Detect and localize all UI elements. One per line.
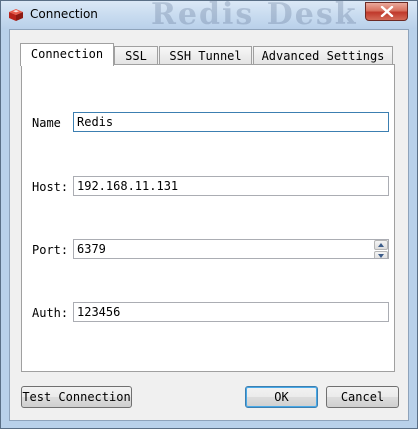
tab-ssh-tunnel[interactable]: SSH Tunnel xyxy=(159,46,252,65)
close-button[interactable] xyxy=(365,2,408,21)
host-label: Host: xyxy=(32,180,69,194)
redis-logo-icon xyxy=(8,7,24,23)
name-label: Name xyxy=(32,116,61,130)
host-input[interactable]: 192.168.11.131 xyxy=(73,176,389,196)
spin-up-button[interactable] xyxy=(374,240,388,250)
arrow-up-icon xyxy=(378,243,384,247)
tab-advanced-settings[interactable]: Advanced Settings xyxy=(253,46,393,65)
spin-down-button[interactable] xyxy=(374,251,388,258)
auth-label: Auth: xyxy=(32,306,69,320)
name-input[interactable]: Redis xyxy=(73,112,389,132)
tab-connection[interactable]: Connection xyxy=(20,43,114,66)
connection-dialog: Redis Desk Connection Connection SSL SSH… xyxy=(0,0,418,429)
ok-button[interactable]: OK xyxy=(245,386,318,408)
port-value: 6379 xyxy=(77,242,106,256)
cancel-button[interactable]: Cancel xyxy=(326,386,399,408)
dialog-body: Connection SSL SSH Tunnel Advanced Setti… xyxy=(9,29,409,421)
tab-ssl[interactable]: SSL xyxy=(114,46,158,65)
close-icon xyxy=(380,6,394,17)
port-label: Port: xyxy=(32,243,69,257)
arrow-down-icon xyxy=(378,254,384,258)
connection-panel: Name Redis Host: 192.168.11.131 Port: 63… xyxy=(21,64,395,372)
title-bar[interactable]: Redis Desk Connection xyxy=(1,0,417,32)
test-connection-button[interactable]: Test Connection xyxy=(21,386,132,408)
window-title: Connection xyxy=(30,7,98,21)
port-stepper[interactable] xyxy=(373,240,388,258)
title-background-text: Redis Desk xyxy=(151,0,358,32)
auth-input[interactable]: 123456 xyxy=(73,302,389,322)
port-spinbox[interactable]: 6379 xyxy=(73,239,389,259)
